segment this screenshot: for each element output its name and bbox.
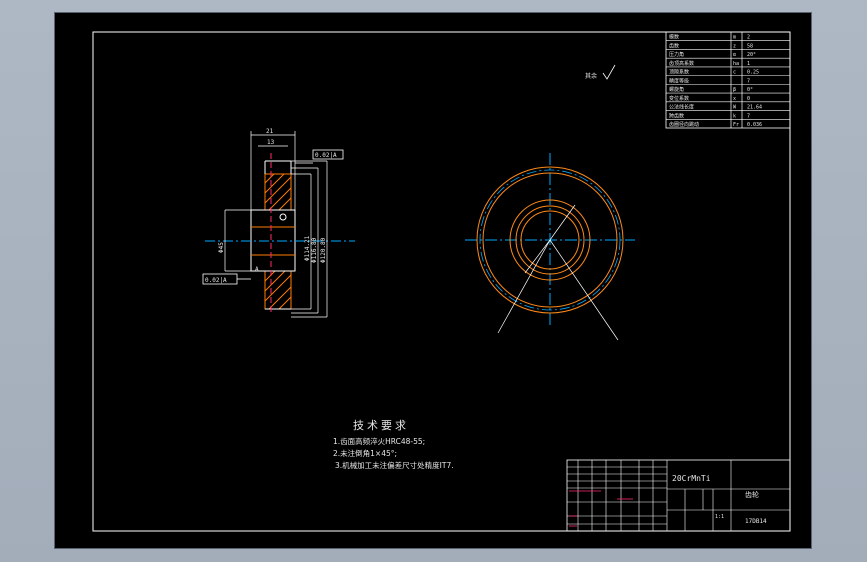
tech-req-item-3: 3.机械加工未注偏差尺寸处精度IT7. — [335, 460, 454, 470]
param-name: 精度等级 — [669, 77, 689, 84]
dim-width: 21 — [266, 128, 274, 135]
dim-outer: Φ120.80 — [320, 237, 327, 263]
param-value: 0° — [747, 87, 753, 93]
dimension-lines — [224, 131, 328, 318]
param-name: 齿顶高系数 — [669, 60, 694, 67]
param-value: 20° — [747, 52, 756, 58]
param-value: 0.036 — [747, 122, 762, 128]
rim-top-hatch — [264, 173, 292, 211]
surface-roughness-note: 其余 — [585, 64, 616, 80]
param-symbol: k — [733, 113, 736, 119]
param-value: 0.25 — [747, 70, 759, 76]
rim-bottom-hatch — [264, 270, 292, 310]
param-value: 58 — [747, 43, 753, 49]
param-symbol: c — [733, 70, 736, 76]
gear-section-view[interactable]: 21 13 Φ45 Φ114.21 Φ116.80 Φ120.80 0.02|A… — [202, 128, 355, 318]
parallel-tolerance-frame[interactable]: 0.02|A — [202, 273, 251, 285]
dim-pitch: Φ116.80 — [311, 237, 318, 263]
param-value: 21.64 — [747, 105, 762, 111]
tech-req-item-1: 1.齿面高频淬火HRC48-55; — [333, 436, 425, 446]
dim-root: Φ114.21 — [304, 235, 311, 261]
gear-parameter-table[interactable]: 模数 m 2 齿数 z 58 压力角 α 20° 齿顶高系数 ha 1 顶隙系数 c 0.25 精度等级 7 螺旋… — [665, 31, 791, 129]
title-scale: 1:1 — [715, 514, 724, 520]
front-leaders — [497, 204, 619, 341]
title-block[interactable]: 20CrMnTi 齿轮 1:1 17DB14 — [566, 459, 791, 532]
param-value: 1 — [747, 61, 750, 67]
parallel-tolerance-text: 0.02|A — [205, 277, 227, 284]
runout-tolerance-frame[interactable]: 0.02|A — [312, 149, 344, 160]
revision-marks — [569, 490, 633, 527]
tech-req-title: 技术要求 — [353, 419, 409, 432]
param-symbol: β — [733, 87, 736, 93]
dim-hub: 13 — [267, 139, 275, 146]
runout-tolerance-text: 0.02|A — [315, 152, 337, 159]
roughness-text: 其余 — [585, 72, 597, 80]
title-drawing-no: 17DB14 — [745, 518, 767, 525]
param-value: 2 — [747, 35, 750, 41]
title-part-name: 齿轮 — [745, 490, 759, 499]
param-name: 螺旋角 — [669, 86, 684, 93]
param-symbol: Fr — [733, 122, 739, 128]
param-name: 模数 — [669, 34, 679, 41]
param-symbol: z — [733, 43, 736, 49]
param-name: 齿圈径向跳动 — [669, 121, 699, 128]
param-name: 变位系数 — [669, 95, 689, 102]
param-name: 齿数 — [669, 42, 679, 49]
technical-requirements: 技术要求 1.齿面高频淬火HRC48-55; 2.未注倒角1×45°; 3.机械… — [333, 419, 454, 470]
dim-bore: Φ45 — [218, 242, 225, 253]
param-name: 公法线长度 — [669, 104, 694, 111]
title-material: 20CrMnTi — [672, 474, 711, 483]
hub-outline — [250, 160, 296, 310]
datum-a-label: A — [255, 266, 259, 273]
param-value: 7 — [747, 113, 750, 119]
cad-viewport[interactable]: 21 13 Φ45 Φ114.21 Φ116.80 Φ120.80 0.02|A… — [55, 13, 811, 548]
gear-front-view[interactable] — [465, 153, 635, 341]
param-symbol: W — [733, 105, 737, 111]
param-name: 压力角 — [669, 51, 684, 58]
param-value: 0 — [747, 96, 750, 102]
param-value: 7 — [747, 78, 750, 84]
param-symbol: x — [733, 96, 736, 102]
param-name: 跨齿数 — [669, 112, 684, 119]
param-symbol: m — [733, 35, 736, 41]
engineering-drawing: 21 13 Φ45 Φ114.21 Φ116.80 Φ120.80 0.02|A… — [92, 31, 791, 532]
tech-req-item-2: 2.未注倒角1×45°; — [333, 448, 397, 458]
param-name: 顶隙系数 — [669, 69, 689, 76]
roughness-symbol-icon — [602, 64, 616, 80]
param-symbol: ha — [733, 61, 739, 67]
param-symbol: α — [733, 52, 736, 58]
